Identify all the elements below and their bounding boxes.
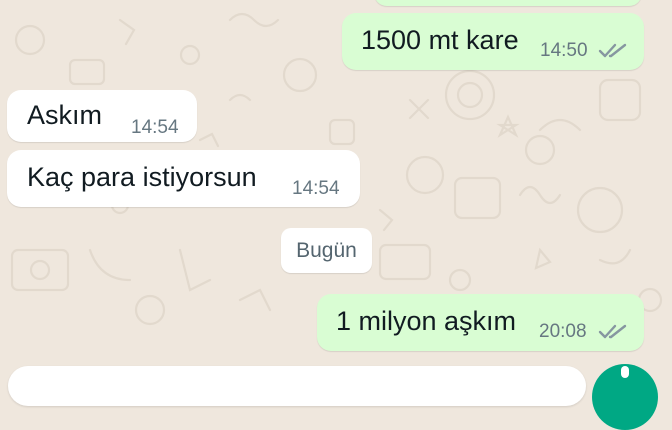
message-text: Askım — [27, 100, 103, 130]
message-bubble-incoming[interactable]: Askım 14:54 — [7, 90, 197, 142]
message-time: 14:50 — [540, 40, 588, 61]
message-text: 1500 mt kare — [361, 25, 519, 55]
message-time: 14:54 — [292, 178, 340, 199]
message-time: 14:54 — [131, 117, 179, 138]
mic-button[interactable] — [592, 364, 658, 430]
date-separator: Bugün — [281, 228, 372, 273]
double-check-icon — [598, 43, 627, 58]
message-bubble-incoming[interactable]: Kaç para istiyorsun 14:54 — [7, 150, 360, 207]
message-bubble-outgoing[interactable]: 1 milyon aşkım 20:08 — [317, 294, 644, 351]
message-text: Kaç para istiyorsun — [27, 162, 257, 192]
double-check-icon — [598, 324, 627, 339]
previous-message-bubble — [374, 0, 642, 6]
message-time: 20:08 — [539, 321, 587, 342]
message-text: 1 milyon aşkım — [336, 306, 517, 336]
date-separator-label: Bugün — [296, 239, 357, 262]
mic-icon — [621, 366, 629, 378]
message-bubble-outgoing[interactable]: 1500 mt kare 14:50 — [342, 13, 644, 70]
message-input-bar[interactable] — [8, 366, 586, 406]
